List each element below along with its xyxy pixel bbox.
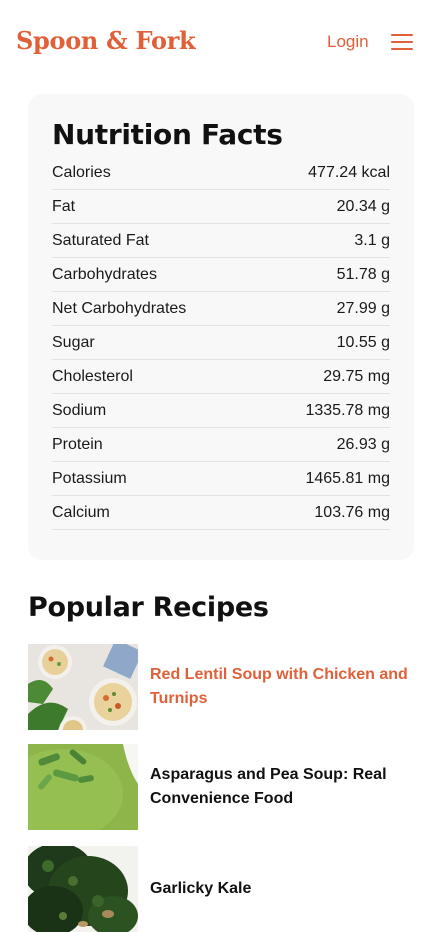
nutrition-facts-card: Nutrition Facts Calories 477.24 kcal Fat 2… — [28, 94, 414, 560]
nutrition-table: Calories 477.24 kcal Fat 20.34 g Saturated… — [52, 156, 390, 530]
menu-bar — [391, 41, 413, 43]
nutrient-value: 26.93 g — [336, 435, 390, 453]
recipe-thumbnail-green-soup[interactable] — [28, 744, 138, 830]
nutrient-value: 1465.81 mg — [305, 469, 390, 487]
nutrition-row: Sodium 1335.78 mg — [52, 394, 390, 428]
nutrient-label: Sodium — [52, 401, 107, 419]
nutrition-row: Net Carbohydrates 27.99 g — [52, 292, 390, 326]
nutrient-value: 27.99 g — [336, 299, 390, 317]
menu-bar — [391, 48, 413, 50]
nutrient-label: Sugar — [52, 333, 95, 351]
hamburger-menu-icon[interactable] — [390, 33, 414, 51]
nutrient-label: Carbohydrates — [52, 265, 157, 283]
site-header: Spoon & Fork Login — [0, 0, 430, 86]
nutrition-row: Saturated Fat 3.1 g — [52, 224, 390, 258]
recipe-thumbnail-soup-bowls[interactable] — [28, 644, 138, 730]
nutrition-row: Sugar 10.55 g — [52, 326, 390, 360]
nutrient-label: Cholesterol — [52, 367, 133, 385]
recipe-thumbnail-kale[interactable] — [28, 846, 138, 932]
nutrient-value: 10.55 g — [336, 333, 390, 351]
recipe-link-red-lentil-soup[interactable]: Red Lentil Soup with Chicken and Turnips — [28, 644, 414, 730]
nutrient-value: 1335.78 mg — [305, 401, 390, 419]
menu-bar — [391, 34, 413, 36]
nutrient-label: Net Carbohydrates — [52, 299, 187, 317]
recipe-link-garlicky-kale[interactable]: Garlicky Kale — [28, 846, 414, 932]
login-link[interactable]: Login — [327, 32, 369, 52]
nutrition-facts-title: Nutrition Facts — [52, 118, 283, 151]
nutrition-row: Potassium 1465.81 mg — [52, 462, 390, 496]
nutrition-row: Calcium 103.76 mg — [52, 496, 390, 530]
popular-recipes-title: Popular Recipes — [28, 592, 269, 623]
nutrition-row: Protein 26.93 g — [52, 428, 390, 462]
site-logo[interactable]: Spoon & Fork — [16, 26, 196, 55]
recipe-title[interactable]: Garlicky Kale — [150, 877, 414, 901]
nutrient-label: Calcium — [52, 503, 110, 521]
nutrition-row: Carbohydrates 51.78 g — [52, 258, 390, 292]
nutrient-value: 477.24 kcal — [308, 163, 390, 181]
nutrient-value: 103.76 mg — [314, 503, 390, 521]
nutrition-row: Calories 477.24 kcal — [52, 156, 390, 190]
recipe-title[interactable]: Red Lentil Soup with Chicken and Turnips — [150, 663, 414, 711]
nutrient-label: Fat — [52, 197, 76, 215]
nutrition-row: Fat 20.34 g — [52, 190, 390, 224]
nutrient-label: Potassium — [52, 469, 127, 487]
nutrient-value: 3.1 g — [354, 231, 390, 249]
nutrient-label: Protein — [52, 435, 103, 453]
nutrient-value: 29.75 mg — [323, 367, 390, 385]
nutrient-value: 20.34 g — [336, 197, 390, 215]
recipe-title[interactable]: Asparagus and Pea Soup: Real Convenience… — [150, 763, 414, 811]
nutrient-value: 51.78 g — [336, 265, 390, 283]
nutrient-label: Saturated Fat — [52, 231, 149, 249]
nutrient-label: Calories — [52, 163, 111, 181]
nutrition-row: Cholesterol 29.75 mg — [52, 360, 390, 394]
recipe-link-asparagus-pea-soup[interactable]: Asparagus and Pea Soup: Real Convenience… — [28, 744, 414, 830]
